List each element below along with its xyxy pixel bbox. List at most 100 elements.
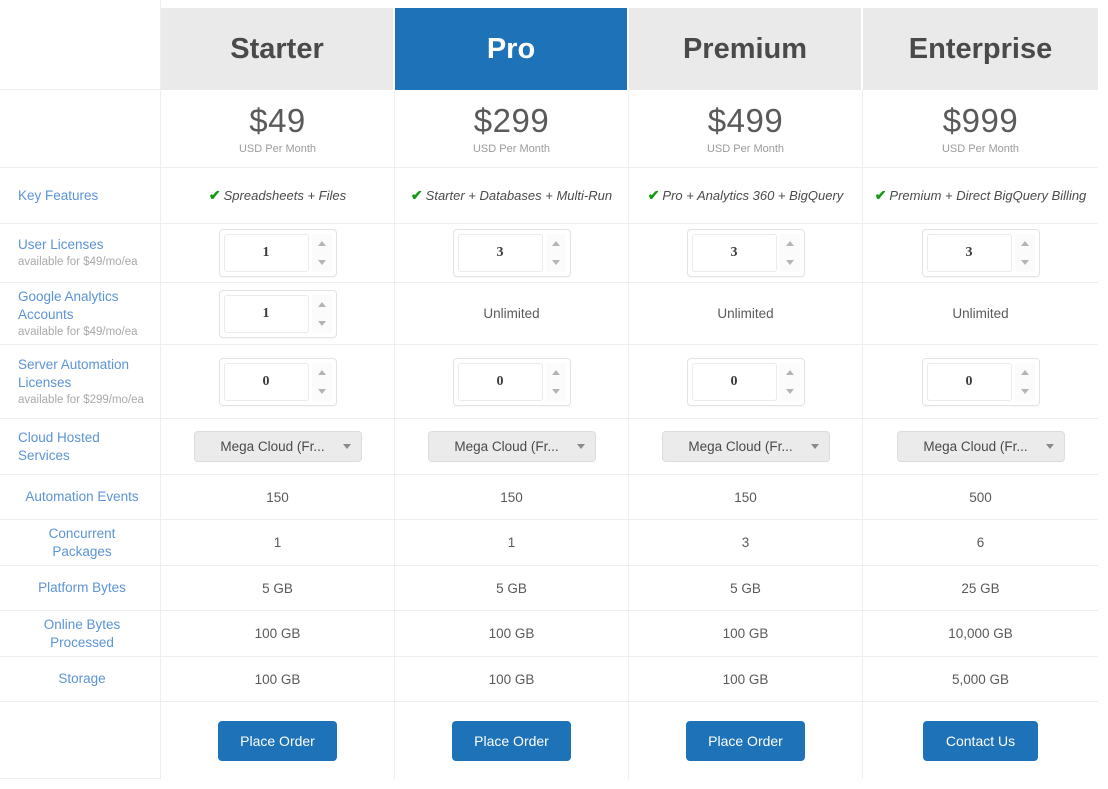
price-amount: $49: [249, 102, 306, 139]
stepper-up-button[interactable]: [779, 234, 800, 253]
quantity-stepper[interactable]: 0: [686, 357, 805, 406]
cloud-service-select[interactable]: Mega Cloud (Fr...: [661, 431, 830, 462]
server-automation-cell-pro: 0: [395, 345, 629, 419]
cell-value: 5 GB: [262, 580, 293, 596]
quantity-input[interactable]: 3: [691, 234, 777, 272]
place-order-button-premium[interactable]: Place Order: [686, 720, 805, 761]
quantity-input[interactable]: 0: [691, 362, 777, 401]
stepper-down-button[interactable]: [779, 381, 800, 401]
tier-header-pro[interactable]: Pro: [395, 8, 629, 90]
quantity-input[interactable]: 1: [223, 294, 309, 333]
tier-name: Enterprise: [908, 32, 1053, 65]
place-order-button-pro[interactable]: Place Order: [452, 720, 571, 761]
row-label-online-bytes[interactable]: Online Bytes Processed: [0, 611, 161, 657]
price-cell-starter: $49 USD Per Month: [161, 90, 395, 168]
stepper-up-button[interactable]: [545, 362, 566, 382]
row-label-automation-events[interactable]: Automation Events: [0, 475, 161, 520]
stepper-up-button[interactable]: [779, 362, 800, 382]
quantity-stepper[interactable]: 0: [452, 357, 571, 406]
quantity-stepper[interactable]: 3: [686, 229, 805, 277]
ga-accounts-cell-enterprise: Unlimited: [863, 283, 1098, 345]
quantity-input[interactable]: 1: [223, 234, 309, 272]
stepper-down-button[interactable]: [1014, 381, 1035, 401]
server-automation-cell-premium: 0: [629, 345, 863, 419]
row-label-server-automation[interactable]: Server Automation Licenses available for…: [0, 345, 161, 419]
quantity-stepper[interactable]: 1: [218, 289, 337, 338]
storage-cell-premium: 100 GB: [629, 657, 863, 702]
place-order-button-starter[interactable]: Place Order: [218, 720, 337, 761]
arrow-down-icon: [551, 260, 560, 265]
arrow-down-icon: [1020, 388, 1029, 394]
quantity-input[interactable]: 3: [926, 234, 1012, 272]
arrow-up-icon: [317, 241, 326, 246]
cell-value: 150: [500, 489, 523, 505]
stepper-up-button[interactable]: [311, 234, 332, 253]
cell-value: 6: [976, 535, 985, 550]
cell-value: Unlimited: [952, 306, 1009, 321]
row-label-storage[interactable]: Storage: [0, 657, 161, 702]
stepper-up-button[interactable]: [545, 234, 566, 253]
quantity-stepper[interactable]: 0: [218, 357, 337, 406]
cell-value: 100 GB: [488, 671, 535, 687]
tier-header-enterprise[interactable]: Enterprise: [863, 8, 1098, 90]
cta-cell-pro: Place Order: [395, 702, 629, 779]
stepper-up-button[interactable]: [1014, 234, 1035, 253]
stepper-down-button[interactable]: [311, 381, 332, 401]
stepper-down-button[interactable]: [1014, 253, 1035, 272]
quantity-input[interactable]: 0: [223, 362, 309, 401]
cloud-hosted-cell-premium: Mega Cloud (Fr...: [629, 419, 863, 475]
cloud-service-select[interactable]: Mega Cloud (Fr...: [427, 431, 596, 462]
stepper-buttons: [779, 234, 800, 272]
quantity-input[interactable]: 3: [457, 234, 543, 272]
arrow-down-icon: [785, 388, 794, 394]
contact-us-button-enterprise[interactable]: Contact Us: [923, 720, 1038, 761]
price-cell-enterprise: $999 USD Per Month: [863, 90, 1098, 168]
row-label-concurrent-packages[interactable]: Concurrent Packages: [0, 520, 161, 566]
quantity-input[interactable]: 0: [926, 362, 1012, 401]
feature-label: Starter + Databases + Multi-Run: [425, 188, 613, 203]
stepper-down-button[interactable]: [545, 253, 566, 272]
tier-header-starter[interactable]: Starter: [161, 8, 395, 90]
chevron-down-icon: [342, 444, 351, 449]
quantity-stepper[interactable]: 0: [921, 357, 1040, 406]
cell-value: 100 GB: [488, 626, 535, 641]
row-label-text: User Licenses: [18, 237, 104, 252]
row-label-cloud-hosted[interactable]: Cloud Hosted Services: [0, 419, 161, 475]
stepper-up-button[interactable]: [1014, 362, 1035, 382]
row-label-ga-accounts[interactable]: Google Analytics Accounts available for …: [0, 283, 161, 345]
price-row-label-cell: [0, 90, 161, 168]
user-licenses-cell-enterprise: 3: [863, 224, 1098, 283]
cell-value: 150: [266, 489, 289, 505]
arrow-up-icon: [785, 369, 794, 375]
quantity-stepper[interactable]: 3: [452, 229, 571, 277]
row-label-text: Concurrent Packages: [48, 525, 116, 559]
check-icon: ✔: [647, 187, 660, 203]
arrow-down-icon: [317, 320, 326, 326]
stepper-down-button[interactable]: [545, 381, 566, 401]
row-label-platform-bytes[interactable]: Platform Bytes: [0, 566, 161, 611]
stepper-buttons: [1014, 362, 1035, 401]
row-label-key-features[interactable]: Key Features: [0, 168, 161, 224]
stepper-up-button[interactable]: [311, 294, 332, 314]
row-label-text: Key Features: [18, 187, 99, 203]
concurrent-packages-cell-starter: 1: [161, 520, 395, 566]
cloud-service-select[interactable]: Mega Cloud (Fr...: [896, 431, 1065, 462]
row-label-user-licenses[interactable]: User Licenses available for $49/mo/ea: [0, 224, 161, 283]
platform-bytes-cell-starter: 5 GB: [161, 566, 395, 611]
row-label-text: Cloud Hosted Services: [18, 429, 100, 463]
tier-header-premium[interactable]: Premium: [629, 8, 863, 90]
cta-cell-enterprise: Contact Us: [863, 702, 1098, 779]
stepper-down-button[interactable]: [311, 253, 332, 272]
quantity-input[interactable]: 0: [457, 362, 543, 401]
storage-cell-starter: 100 GB: [161, 657, 395, 702]
cell-value: 150: [734, 489, 757, 505]
quantity-stepper[interactable]: 1: [218, 229, 337, 277]
stepper-up-button[interactable]: [311, 362, 332, 382]
cloud-service-select[interactable]: Mega Cloud (Fr...: [193, 431, 362, 462]
platform-bytes-cell-pro: 5 GB: [395, 566, 629, 611]
feature-text: ✔ Pro + Analytics 360 + BigQuery: [648, 186, 844, 205]
stepper-down-button[interactable]: [311, 313, 332, 333]
stepper-down-button[interactable]: [779, 253, 800, 272]
cta-row-label-cell: [0, 702, 161, 779]
quantity-stepper[interactable]: 3: [921, 229, 1040, 277]
